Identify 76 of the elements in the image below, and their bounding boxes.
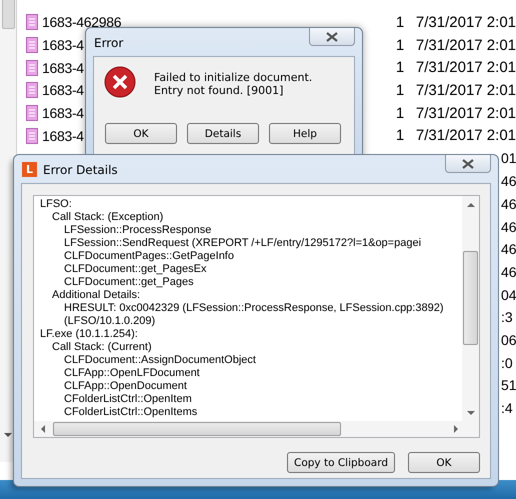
dialog-button[interactable]: Copy to Clipboard bbox=[286, 452, 395, 473]
window-title: Error Details bbox=[43, 163, 118, 177]
error-message: Entry not found. [9001] bbox=[154, 84, 284, 97]
scroll-down-arrow-icon[interactable] bbox=[466, 411, 474, 415]
modified-date: 7/31/2017 2:01 bbox=[416, 59, 516, 76]
details-line: Additional Details: bbox=[52, 289, 140, 301]
document-icon bbox=[26, 14, 38, 30]
file-name: 1683-4 bbox=[42, 37, 84, 54]
file-name: 1683-4 bbox=[42, 105, 84, 122]
scroll-right-arrow-icon[interactable] bbox=[454, 425, 458, 433]
date-fragment: 04 bbox=[501, 286, 516, 303]
details-line: CLFDocument::AssignDocumentObject bbox=[64, 354, 256, 366]
window-title: Error bbox=[94, 36, 124, 50]
date-fragment: 46 bbox=[501, 196, 516, 212]
close-button[interactable] bbox=[309, 28, 355, 46]
date-fragment: 46 bbox=[501, 173, 516, 190]
details-line: CLFApp::OpenDocument bbox=[64, 380, 187, 392]
error-message: Failed to initialize document. bbox=[154, 71, 312, 84]
dialog-button[interactable]: OK bbox=[105, 123, 177, 144]
details-line: Call Stack: (Current) bbox=[52, 341, 152, 353]
document-icon bbox=[26, 128, 38, 144]
scrollbar-thumb[interactable] bbox=[463, 251, 478, 345]
file-name: 1683-462986 bbox=[42, 14, 122, 30]
page-count: 1 bbox=[396, 14, 406, 31]
error-icon bbox=[104, 66, 136, 98]
details-line: CLFApp::OpenLFDocument bbox=[64, 367, 200, 379]
file-name: 1683-4 bbox=[42, 82, 84, 98]
details-line: LFSession::SendRequest (XREPORT /+LF/entry/1295172?l=1&op=pagei bbox=[64, 237, 422, 249]
modified-date: 7/31/2017 2:01 bbox=[416, 14, 516, 31]
details-line: CLFDocument::get_PagesEx bbox=[64, 263, 206, 275]
date-fragment: :4 bbox=[501, 400, 513, 416]
dialog-button[interactable]: OK bbox=[408, 452, 480, 473]
details-line: LF.exe (10.1.1.254): bbox=[40, 328, 138, 340]
modified-date: 7/31/2017 2:01 bbox=[416, 82, 516, 99]
date-fragment: :0 bbox=[501, 354, 513, 371]
page-count: 1 bbox=[396, 36, 406, 54]
dialog-button[interactable]: Help bbox=[269, 123, 341, 144]
date-fragment: 51 bbox=[501, 377, 516, 394]
document-icon bbox=[26, 105, 38, 122]
close-icon bbox=[326, 32, 338, 42]
scroll-up-arrow-icon[interactable] bbox=[466, 203, 474, 207]
modified-date: 7/31/2017 2:01 bbox=[416, 127, 516, 144]
scrollbar-thumb[interactable] bbox=[53, 422, 341, 436]
close-button[interactable] bbox=[445, 155, 491, 173]
dialog-button[interactable]: Details bbox=[187, 123, 259, 144]
details-line: CFolderListCtrl::OpenItem bbox=[64, 393, 192, 405]
file-name: 1683-4 bbox=[42, 60, 84, 76]
close-icon bbox=[462, 158, 474, 168]
details-line: Call Stack: (Exception) bbox=[52, 211, 164, 223]
date-fragment: 06 bbox=[501, 332, 516, 348]
page-count: 1 bbox=[396, 127, 406, 144]
file-name: 1683-4 bbox=[42, 128, 84, 144]
document-icon bbox=[26, 37, 38, 54]
document-icon bbox=[26, 60, 38, 76]
details-line: CLFDocumentPages::GetPageInfo bbox=[64, 250, 234, 262]
page-count: 1 bbox=[396, 59, 406, 76]
scrollbar-thumb[interactable] bbox=[2, 0, 15, 29]
page-count: 1 bbox=[396, 104, 406, 122]
scroll-left-arrow-icon[interactable] bbox=[41, 425, 45, 433]
details-line: HRESULT: 0xc0042329 (LFSession::ProcessResponse, LFSession.cpp:3892) bbox=[64, 302, 444, 314]
details-line: LFSO: bbox=[40, 198, 72, 210]
details-line: CLFDocument::get_Pages bbox=[64, 276, 194, 288]
date-fragment: 46 bbox=[501, 241, 516, 258]
date-fragment: :3 bbox=[501, 309, 513, 326]
details-text-box[interactable] bbox=[33, 195, 480, 438]
modified-date: 7/31/2017 2:01 bbox=[416, 104, 516, 122]
modified-date: 7/31/2017 2:01 bbox=[416, 36, 516, 54]
details-line: CFolderListCtrl::OpenItems bbox=[64, 406, 198, 418]
date-fragment: 46 bbox=[501, 218, 516, 235]
details-line: (LFSO/10.1.0.209) bbox=[64, 315, 156, 327]
page-count: 1 bbox=[396, 82, 406, 99]
date-fragment: 46 bbox=[501, 264, 516, 280]
document-icon bbox=[26, 82, 38, 98]
date-fragment: 01 bbox=[501, 150, 516, 166]
details-line: LFSession::ProcessResponse bbox=[64, 224, 212, 236]
app-icon: L bbox=[22, 162, 37, 177]
